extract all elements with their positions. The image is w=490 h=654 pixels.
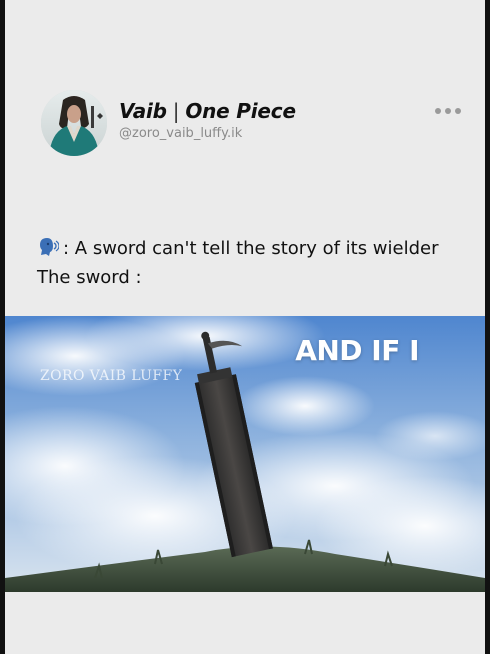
more-options-icon[interactable] xyxy=(435,108,461,114)
name-separator: | xyxy=(172,99,180,123)
post-media[interactable]: ZORO VAIB LUFFY AND IF I xyxy=(5,316,485,592)
post-footer-space xyxy=(5,592,485,654)
media-watermark: ZORO VAIB LUFFY xyxy=(40,368,183,384)
author-name-row[interactable]: Vaib | One Piece xyxy=(119,98,296,124)
more-dot xyxy=(455,108,461,114)
speaking-head-icon xyxy=(40,238,59,256)
more-dot xyxy=(445,108,451,114)
post-card: Vaib | One Piece @zoro_vaib_luffy.ik : A… xyxy=(5,0,485,654)
post-header: Vaib | One Piece @zoro_vaib_luffy.ik xyxy=(41,88,461,168)
author-tag[interactable]: One Piece xyxy=(185,99,296,123)
right-edge xyxy=(485,0,490,654)
author-name[interactable]: Vaib xyxy=(119,99,167,123)
post-text-line-2: The sword : xyxy=(37,267,142,288)
post-text-line-1: : A sword can't tell the story of its wi… xyxy=(37,234,477,263)
media-caption: AND IF I xyxy=(295,334,419,367)
author-handle[interactable]: @zoro_vaib_luffy.ik xyxy=(119,126,242,141)
post-text-caption: : A sword can't tell the story of its wi… xyxy=(63,238,439,259)
post-text: : A sword can't tell the story of its wi… xyxy=(37,234,477,292)
more-dot xyxy=(435,108,441,114)
avatar[interactable] xyxy=(41,90,107,156)
